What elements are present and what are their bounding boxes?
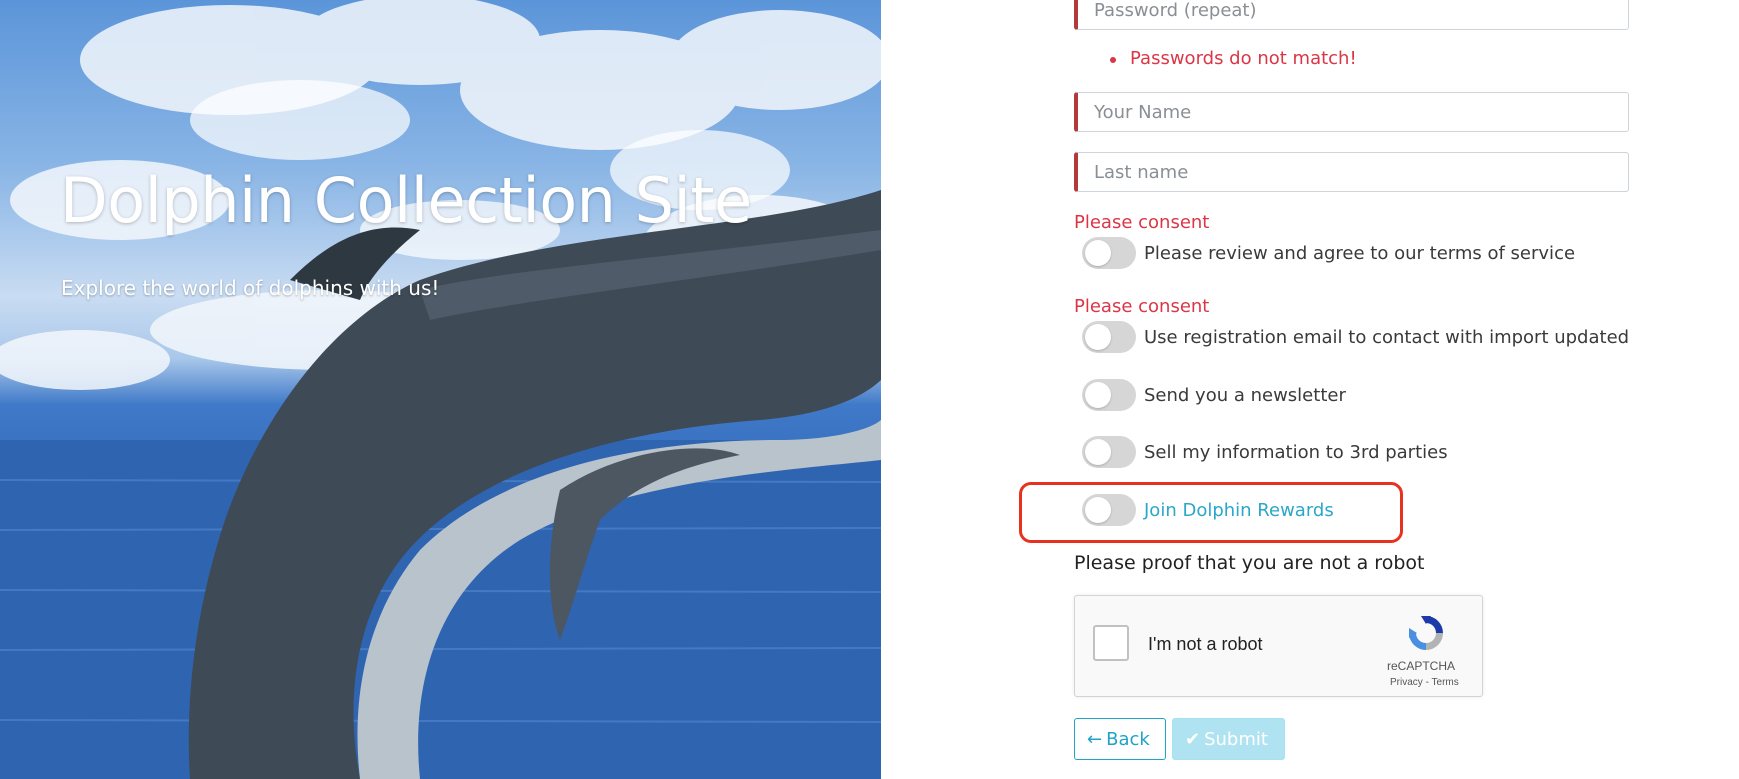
recaptcha-widget: I'm not a robot reCAPTCHA Privacy - Term…: [1074, 595, 1483, 697]
toggle-row-terms: Please review and agree to our terms of …: [1082, 235, 1575, 271]
recaptcha-label: I'm not a robot: [1148, 634, 1263, 654]
toggle-row-newsletter: Send you a newsletter: [1082, 377, 1346, 413]
password-mismatch-error: Passwords do not match!: [1110, 48, 1357, 69]
submit-button-label: Submit: [1204, 728, 1268, 750]
email-consent-error: Please consent: [1074, 296, 1210, 317]
toggle-row-third-parties: Sell my information to 3rd parties: [1082, 434, 1448, 470]
switch-knob: [1085, 240, 1111, 266]
recaptcha-links: Privacy - Terms: [1390, 677, 1459, 688]
password-mismatch-error-text: Passwords do not match!: [1130, 48, 1357, 69]
arrow-left-icon: ←: [1087, 728, 1103, 750]
robot-prompt: Please proof that you are not a robot: [1074, 552, 1425, 574]
terms-toggle-switch[interactable]: [1082, 237, 1136, 269]
newsletter-toggle-label: Send you a newsletter: [1144, 384, 1346, 406]
password-error-list: Passwords do not match!: [1110, 48, 1357, 69]
password-repeat-input[interactable]: [1074, 0, 1629, 30]
first-name-input[interactable]: [1074, 92, 1629, 132]
terms-consent-error: Please consent: [1074, 212, 1210, 233]
hero-title: Dolphin Collection Site: [60, 164, 752, 237]
dolphin-background-image: [0, 0, 881, 779]
dolphin-rewards-link[interactable]: Join Dolphin Rewards: [1144, 500, 1334, 521]
recaptcha-privacy-link[interactable]: Privacy: [1390, 677, 1423, 688]
dolphin-rewards-toggle-switch[interactable]: [1082, 494, 1136, 526]
bullet-icon: [1110, 57, 1116, 63]
third-parties-toggle-label: Sell my information to 3rd parties: [1144, 441, 1448, 463]
email-contact-toggle-label: Use registration email to contact with i…: [1144, 326, 1630, 348]
recaptcha-checkbox[interactable]: [1093, 625, 1129, 661]
recaptcha-terms-link[interactable]: Terms: [1432, 677, 1459, 688]
submit-button[interactable]: ✔ Submit: [1172, 718, 1285, 760]
check-icon: ✔: [1185, 728, 1201, 750]
switch-knob: [1085, 497, 1111, 523]
last-name-input[interactable]: [1074, 152, 1629, 192]
back-button-label: Back: [1106, 728, 1150, 750]
toggle-row-dolphin-rewards: Join Dolphin Rewards: [1082, 492, 1334, 528]
email-contact-toggle-switch[interactable]: [1082, 321, 1136, 353]
switch-knob: [1085, 324, 1111, 350]
switch-knob: [1085, 439, 1111, 465]
switch-knob: [1085, 382, 1111, 408]
back-button[interactable]: ← Back: [1074, 718, 1166, 760]
recaptcha-logo-icon: [1409, 616, 1443, 650]
hero-banner: Dolphin Collection Site Explore the worl…: [0, 0, 881, 779]
recaptcha-separator: -: [1425, 677, 1429, 688]
recaptcha-brand: reCAPTCHA: [1387, 659, 1456, 673]
terms-toggle-label: Please review and agree to our terms of …: [1144, 242, 1576, 264]
hero-subtitle: Explore the world of dolphins with us!: [61, 276, 440, 300]
newsletter-toggle-switch[interactable]: [1082, 379, 1136, 411]
toggle-row-email-contact: Use registration email to contact with i…: [1082, 319, 1629, 355]
third-parties-toggle-switch[interactable]: [1082, 436, 1136, 468]
